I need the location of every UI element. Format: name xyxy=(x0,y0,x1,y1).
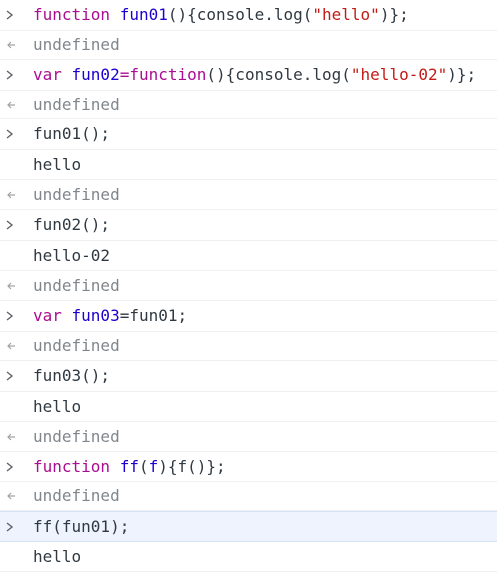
console-command: fun03(); xyxy=(33,361,110,391)
empty-gutter xyxy=(5,392,27,421)
console-command: function ff(f){f()}; xyxy=(33,452,226,481)
chevron-right-icon xyxy=(5,119,27,149)
return-value: undefined xyxy=(33,35,120,54)
return-value: undefined xyxy=(33,184,120,204)
return-value: undefined xyxy=(33,426,120,446)
chevron-right-icon xyxy=(5,301,27,331)
console-input-row[interactable]: fun03(); xyxy=(0,361,497,392)
code-token: fun01(); xyxy=(33,124,111,143)
return-value: undefined xyxy=(33,336,120,355)
console-output-row: hello xyxy=(0,392,497,422)
code-token: )}; xyxy=(379,5,409,24)
code-token: =fun01; xyxy=(119,306,188,325)
code-token: fun02 xyxy=(71,65,120,84)
code-token: function xyxy=(33,5,120,24)
return-arrow-icon xyxy=(5,271,27,300)
code-token: ){f()}; xyxy=(158,456,226,476)
code-token: ff xyxy=(119,456,139,476)
code-token: fun02(); xyxy=(33,215,111,234)
return-value: undefined xyxy=(33,486,120,505)
console-output-row: hello-02 xyxy=(0,241,497,271)
code-token: function xyxy=(33,456,120,476)
return-value: undefined xyxy=(33,94,120,114)
console-input-row[interactable]: ff(fun01); xyxy=(0,511,497,542)
console-input-row[interactable]: function fun01 (){console.log("hello")}; xyxy=(0,0,497,31)
console-input-row[interactable]: var fun02 = function (){console.log("hello-… xyxy=(0,60,497,91)
console-return-row: undefined xyxy=(0,31,497,60)
code-token: fun01 xyxy=(119,5,168,24)
code-token: fun03(); xyxy=(33,366,111,385)
console-command: var fun02 = function (){console.log("hello-… xyxy=(33,60,476,90)
code-token: function xyxy=(129,65,207,84)
chevron-right-icon xyxy=(5,361,27,391)
console-return-row: undefined xyxy=(0,271,497,301)
console-command: fun02(); xyxy=(33,210,110,240)
log-output: hello xyxy=(33,396,82,416)
log-output: hello xyxy=(33,546,82,566)
console-return-row: undefined xyxy=(0,422,497,452)
devtools-console: function fun01 (){console.log("hello")}; u… xyxy=(0,0,497,572)
console-return-row: undefined xyxy=(0,482,497,511)
chevron-right-icon xyxy=(5,512,27,541)
empty-gutter xyxy=(5,542,27,571)
console-input-row[interactable]: fun02(); xyxy=(0,210,497,241)
code-token: f xyxy=(148,456,159,476)
code-token: )}; xyxy=(447,65,477,84)
empty-gutter xyxy=(5,150,27,179)
console-return-row: undefined xyxy=(0,332,497,361)
code-token: (){console.log( xyxy=(206,65,351,84)
console-return-row: undefined xyxy=(0,91,497,119)
empty-gutter xyxy=(5,241,27,270)
code-token: "hello" xyxy=(312,5,380,24)
return-arrow-icon xyxy=(5,422,27,451)
code-token: = xyxy=(119,65,130,84)
code-token: "hello-02" xyxy=(350,65,448,84)
chevron-right-icon xyxy=(5,0,27,30)
code-token: ( xyxy=(138,456,149,476)
console-input-row[interactable]: function ff(f){f()}; xyxy=(0,452,497,482)
console-output-row: hello xyxy=(0,150,497,180)
return-arrow-icon xyxy=(5,180,27,209)
console-return-row: undefined xyxy=(0,180,497,210)
console-command: ff(fun01); xyxy=(33,512,129,541)
code-token: fun03 xyxy=(71,306,120,325)
log-output: hello-02 xyxy=(33,245,111,265)
console-input-row[interactable]: var fun03 =fun01; xyxy=(0,301,497,332)
console-input-row[interactable]: fun01(); xyxy=(0,119,497,150)
log-output: hello xyxy=(33,154,82,174)
return-arrow-icon xyxy=(5,332,27,360)
console-command: var fun03 =fun01; xyxy=(33,301,187,331)
chevron-right-icon xyxy=(5,60,27,90)
return-arrow-icon xyxy=(5,91,27,118)
console-command: fun01(); xyxy=(33,119,110,149)
console-output-row: hello xyxy=(0,542,497,572)
chevron-right-icon xyxy=(5,452,27,481)
code-token: (){console.log( xyxy=(167,5,313,24)
return-arrow-icon xyxy=(5,31,27,59)
code-token: var xyxy=(33,306,72,325)
code-token: var xyxy=(33,65,72,84)
chevron-right-icon xyxy=(5,210,27,240)
console-command: function fun01 (){console.log("hello")}; xyxy=(33,0,409,30)
return-arrow-icon xyxy=(5,482,27,510)
code-token: ff(fun01); xyxy=(33,516,130,536)
return-value: undefined xyxy=(33,275,120,295)
